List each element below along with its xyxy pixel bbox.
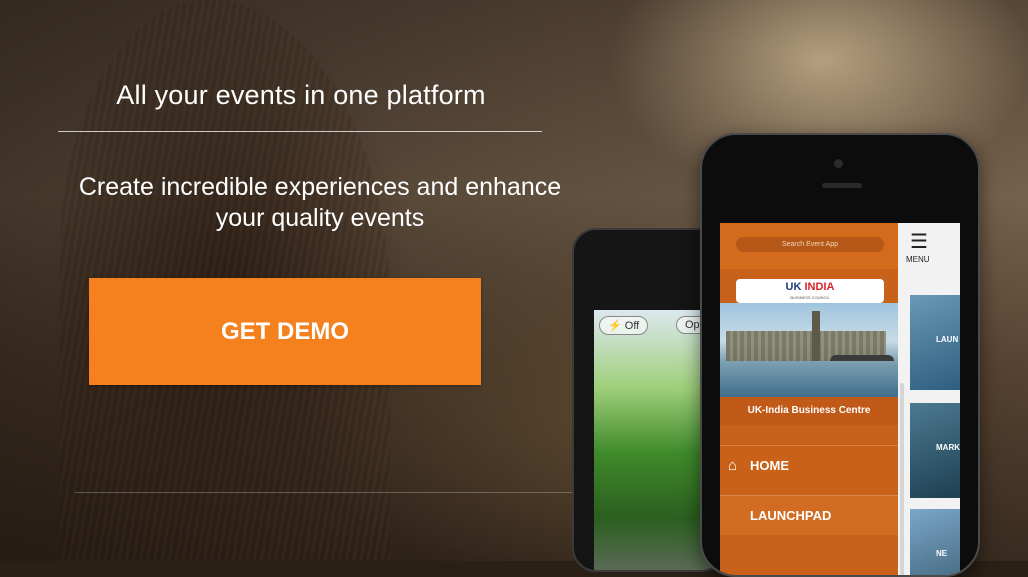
hero-headline: All your events in one platform — [116, 80, 486, 110]
phone-mockup-front: Search Event App UK INDIA BUSINESS COUNC… — [700, 133, 980, 577]
uk-india-logo: UK INDIA BUSINESS COUNCIL — [736, 279, 884, 303]
clock-tower — [812, 311, 820, 361]
hero-subheadline: Create incredible experiences and enhanc… — [20, 172, 620, 234]
menu-label: MENU — [906, 255, 930, 264]
flash-toggle-label: Off — [624, 320, 640, 332]
app-scrollbar — [900, 383, 904, 575]
headline-divider — [58, 131, 542, 132]
app-side-panel: ☰ MENU LAUN MARKE NE — [898, 223, 960, 575]
app-menu-item-home-label: HOME — [750, 458, 789, 473]
home-icon: ⌂ — [728, 457, 738, 474]
app-search-field: Search Event App — [736, 237, 884, 252]
app-menu-item-home: ⌂ HOME — [720, 445, 898, 485]
side-thumb-launch: LAUN — [910, 295, 960, 390]
app-header: Search Event App — [720, 223, 898, 269]
side-thumb-label: LAUN — [936, 335, 959, 344]
app-menu-item-launchpad-label: LAUNCHPAD — [750, 508, 832, 523]
side-thumb-label: MARKE — [936, 443, 960, 452]
phone-camera — [834, 159, 843, 168]
london-skyline-image — [720, 303, 898, 397]
app-menu-item-launchpad: LAUNCHPAD — [720, 495, 898, 535]
side-thumb-market: MARKE — [910, 403, 960, 498]
flash-toggle: ⚡ Off — [599, 316, 649, 335]
side-thumb-news: NE — [910, 509, 960, 575]
logo-accent-text: INDIA — [804, 281, 835, 293]
subheadline-line-1: Create incredible experiences and enhanc… — [78, 173, 562, 201]
bridge — [830, 355, 894, 361]
phone-speaker — [822, 183, 862, 188]
subheadline-line-2: your quality events — [215, 204, 425, 232]
logo-main-text: UK — [785, 281, 802, 293]
logo-subtext: BUSINESS COUNCIL — [790, 295, 830, 300]
side-thumb-label: NE — [936, 549, 948, 558]
get-demo-button[interactable]: GET DEMO — [89, 278, 481, 385]
phone-front-screen: Search Event App UK INDIA BUSINESS COUNC… — [720, 223, 960, 575]
app-section-title: UK-India Business Centre — [720, 397, 898, 425]
hamburger-menu-icon: ☰ — [910, 231, 928, 253]
logo-wordmark: UK INDIA — [736, 279, 884, 295]
